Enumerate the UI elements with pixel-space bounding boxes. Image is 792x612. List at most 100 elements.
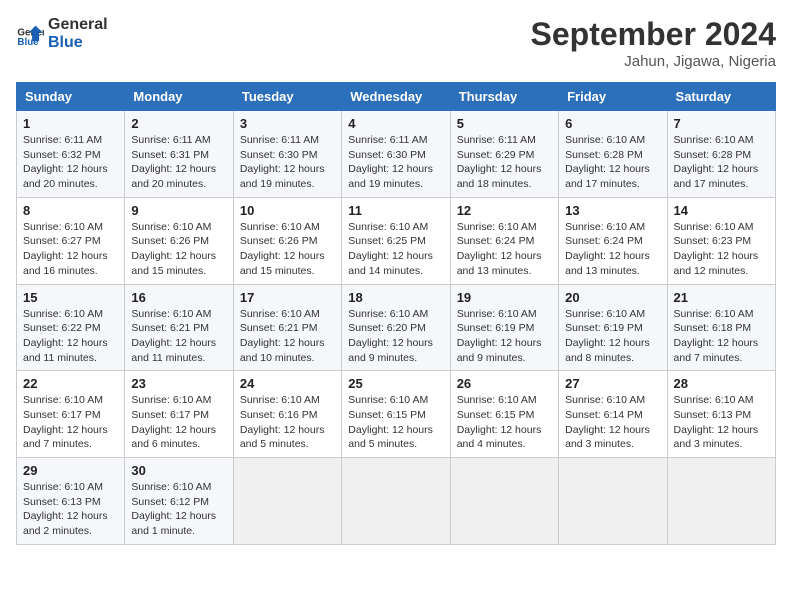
calendar-cell: 3 Sunrise: 6:11 AM Sunset: 6:30 PM Dayli… [233,111,341,198]
calendar-cell: 21 Sunrise: 6:10 AM Sunset: 6:18 PM Dayl… [667,284,775,371]
day-detail: Sunrise: 6:10 AM Sunset: 6:17 PM Dayligh… [23,393,118,452]
day-detail: Sunrise: 6:10 AM Sunset: 6:20 PM Dayligh… [348,307,443,366]
calendar-cell: 8 Sunrise: 6:10 AM Sunset: 6:27 PM Dayli… [17,197,125,284]
day-header-friday: Friday [559,83,667,111]
day-detail: Sunrise: 6:11 AM Sunset: 6:32 PM Dayligh… [23,133,118,192]
calendar-cell: 25 Sunrise: 6:10 AM Sunset: 6:15 PM Dayl… [342,371,450,458]
day-number: 19 [457,290,552,305]
day-detail: Sunrise: 6:10 AM Sunset: 6:23 PM Dayligh… [674,220,769,279]
calendar-cell: 18 Sunrise: 6:10 AM Sunset: 6:20 PM Dayl… [342,284,450,371]
day-number: 1 [23,116,118,131]
calendar-cell: 20 Sunrise: 6:10 AM Sunset: 6:19 PM Dayl… [559,284,667,371]
day-detail: Sunrise: 6:11 AM Sunset: 6:31 PM Dayligh… [131,133,226,192]
day-detail: Sunrise: 6:10 AM Sunset: 6:13 PM Dayligh… [674,393,769,452]
day-detail: Sunrise: 6:10 AM Sunset: 6:22 PM Dayligh… [23,307,118,366]
day-number: 6 [565,116,660,131]
calendar-week-row: 22 Sunrise: 6:10 AM Sunset: 6:17 PM Dayl… [17,371,776,458]
calendar-header-row: SundayMondayTuesdayWednesdayThursdayFrid… [17,83,776,111]
day-number: 8 [23,203,118,218]
calendar-cell [342,458,450,545]
day-number: 3 [240,116,335,131]
calendar-cell: 17 Sunrise: 6:10 AM Sunset: 6:21 PM Dayl… [233,284,341,371]
day-number: 24 [240,376,335,391]
calendar-cell: 4 Sunrise: 6:11 AM Sunset: 6:30 PM Dayli… [342,111,450,198]
day-number: 28 [674,376,769,391]
day-number: 15 [23,290,118,305]
day-detail: Sunrise: 6:10 AM Sunset: 6:18 PM Dayligh… [674,307,769,366]
day-detail: Sunrise: 6:10 AM Sunset: 6:24 PM Dayligh… [565,220,660,279]
calendar-cell: 16 Sunrise: 6:10 AM Sunset: 6:21 PM Dayl… [125,284,233,371]
calendar-cell: 2 Sunrise: 6:11 AM Sunset: 6:31 PM Dayli… [125,111,233,198]
day-header-thursday: Thursday [450,83,558,111]
calendar-week-row: 15 Sunrise: 6:10 AM Sunset: 6:22 PM Dayl… [17,284,776,371]
calendar-cell: 6 Sunrise: 6:10 AM Sunset: 6:28 PM Dayli… [559,111,667,198]
day-number: 11 [348,203,443,218]
calendar-body: 1 Sunrise: 6:11 AM Sunset: 6:32 PM Dayli… [17,111,776,545]
day-detail: Sunrise: 6:10 AM Sunset: 6:12 PM Dayligh… [131,480,226,539]
calendar-cell: 10 Sunrise: 6:10 AM Sunset: 6:26 PM Dayl… [233,197,341,284]
day-number: 16 [131,290,226,305]
calendar-cell: 28 Sunrise: 6:10 AM Sunset: 6:13 PM Dayl… [667,371,775,458]
day-detail: Sunrise: 6:10 AM Sunset: 6:27 PM Dayligh… [23,220,118,279]
day-header-monday: Monday [125,83,233,111]
calendar-cell: 1 Sunrise: 6:11 AM Sunset: 6:32 PM Dayli… [17,111,125,198]
day-detail: Sunrise: 6:10 AM Sunset: 6:19 PM Dayligh… [565,307,660,366]
calendar-cell: 19 Sunrise: 6:10 AM Sunset: 6:19 PM Dayl… [450,284,558,371]
day-number: 13 [565,203,660,218]
day-number: 2 [131,116,226,131]
day-detail: Sunrise: 6:11 AM Sunset: 6:29 PM Dayligh… [457,133,552,192]
calendar-cell: 11 Sunrise: 6:10 AM Sunset: 6:25 PM Dayl… [342,197,450,284]
logo: General Blue General Blue [16,16,108,52]
day-detail: Sunrise: 6:10 AM Sunset: 6:26 PM Dayligh… [240,220,335,279]
calendar-cell: 30 Sunrise: 6:10 AM Sunset: 6:12 PM Dayl… [125,458,233,545]
day-number: 18 [348,290,443,305]
calendar-week-row: 1 Sunrise: 6:11 AM Sunset: 6:32 PM Dayli… [17,111,776,198]
day-detail: Sunrise: 6:10 AM Sunset: 6:28 PM Dayligh… [674,133,769,192]
calendar-cell: 29 Sunrise: 6:10 AM Sunset: 6:13 PM Dayl… [17,458,125,545]
day-number: 5 [457,116,552,131]
logo-general: General [48,16,108,34]
day-number: 26 [457,376,552,391]
day-number: 30 [131,463,226,478]
calendar-cell: 22 Sunrise: 6:10 AM Sunset: 6:17 PM Dayl… [17,371,125,458]
calendar-cell: 5 Sunrise: 6:11 AM Sunset: 6:29 PM Dayli… [450,111,558,198]
day-detail: Sunrise: 6:10 AM Sunset: 6:28 PM Dayligh… [565,133,660,192]
calendar-cell [233,458,341,545]
header: General Blue General Blue September 2024… [16,16,776,70]
day-number: 21 [674,290,769,305]
calendar-cell: 7 Sunrise: 6:10 AM Sunset: 6:28 PM Dayli… [667,111,775,198]
day-detail: Sunrise: 6:10 AM Sunset: 6:15 PM Dayligh… [457,393,552,452]
day-detail: Sunrise: 6:10 AM Sunset: 6:14 PM Dayligh… [565,393,660,452]
day-header-saturday: Saturday [667,83,775,111]
day-number: 12 [457,203,552,218]
calendar-cell: 9 Sunrise: 6:10 AM Sunset: 6:26 PM Dayli… [125,197,233,284]
calendar-table: SundayMondayTuesdayWednesdayThursdayFrid… [16,82,776,545]
day-detail: Sunrise: 6:10 AM Sunset: 6:25 PM Dayligh… [348,220,443,279]
day-detail: Sunrise: 6:10 AM Sunset: 6:21 PM Dayligh… [240,307,335,366]
day-number: 10 [240,203,335,218]
calendar-week-row: 29 Sunrise: 6:10 AM Sunset: 6:13 PM Dayl… [17,458,776,545]
day-number: 22 [23,376,118,391]
calendar-cell: 12 Sunrise: 6:10 AM Sunset: 6:24 PM Dayl… [450,197,558,284]
calendar-cell: 14 Sunrise: 6:10 AM Sunset: 6:23 PM Dayl… [667,197,775,284]
day-number: 25 [348,376,443,391]
day-detail: Sunrise: 6:10 AM Sunset: 6:15 PM Dayligh… [348,393,443,452]
calendar-cell [667,458,775,545]
calendar-cell: 27 Sunrise: 6:10 AM Sunset: 6:14 PM Dayl… [559,371,667,458]
day-detail: Sunrise: 6:10 AM Sunset: 6:13 PM Dayligh… [23,480,118,539]
logo-blue: Blue [48,34,108,52]
day-number: 4 [348,116,443,131]
day-detail: Sunrise: 6:10 AM Sunset: 6:19 PM Dayligh… [457,307,552,366]
day-detail: Sunrise: 6:10 AM Sunset: 6:26 PM Dayligh… [131,220,226,279]
calendar-cell: 24 Sunrise: 6:10 AM Sunset: 6:16 PM Dayl… [233,371,341,458]
day-header-tuesday: Tuesday [233,83,341,111]
day-header-wednesday: Wednesday [342,83,450,111]
calendar-cell: 13 Sunrise: 6:10 AM Sunset: 6:24 PM Dayl… [559,197,667,284]
day-number: 14 [674,203,769,218]
day-header-sunday: Sunday [17,83,125,111]
day-number: 9 [131,203,226,218]
calendar-cell [559,458,667,545]
day-number: 7 [674,116,769,131]
month-title: September 2024 [531,16,776,53]
calendar-cell: 26 Sunrise: 6:10 AM Sunset: 6:15 PM Dayl… [450,371,558,458]
